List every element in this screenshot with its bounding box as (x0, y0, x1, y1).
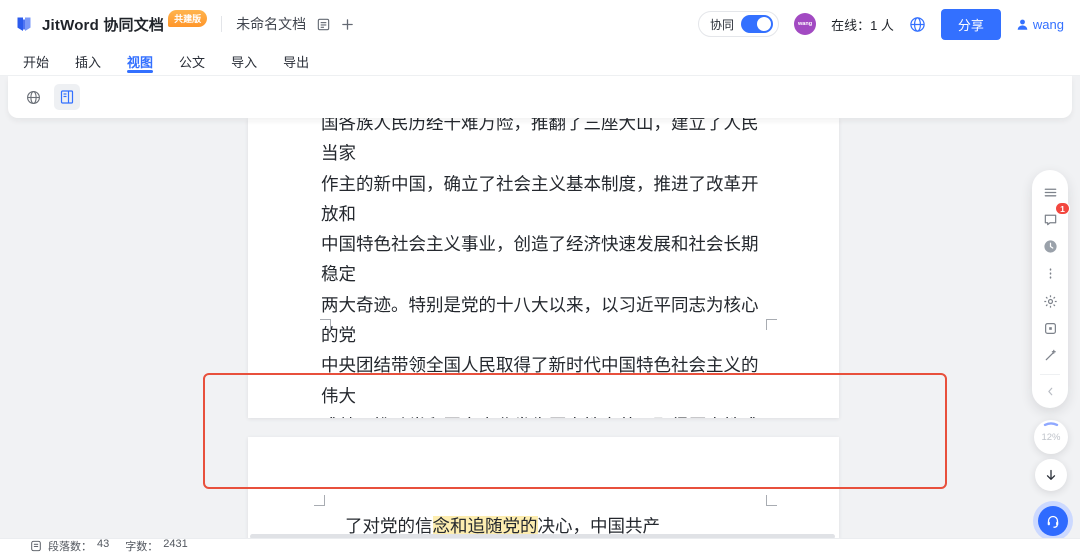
margin-corner-mark (314, 495, 325, 506)
tab-official-doc[interactable]: 公文 (166, 48, 218, 75)
zoom-level-button[interactable]: 12% (1034, 420, 1068, 454)
vertical-dots-icon[interactable] (1039, 263, 1061, 284)
side-tool-panel: 1 (1032, 170, 1070, 408)
collaborator-avatar[interactable]: wang (794, 13, 817, 35)
paragraph-count-label: 段落数： (48, 541, 92, 553)
settings-gear-icon[interactable] (1039, 291, 1061, 312)
down-arrow-icon (1046, 469, 1056, 480)
collapse-chevron-icon[interactable] (1039, 381, 1061, 402)
word-count-icon (30, 540, 42, 552)
header: JitWord 协同文档 共建版 未命名文档 协同 wang 在线：1 人 分享… (0, 0, 1080, 48)
highlighted-text: 念和追随党的 (432, 516, 538, 536)
outline-icon[interactable] (1039, 182, 1061, 203)
tab-import[interactable]: 导入 (218, 48, 270, 75)
tab-insert[interactable]: 插入 (62, 48, 114, 75)
text-line: 作主的新中国，确立了社会主义基本制度，推进了改革开放和 (321, 173, 759, 224)
menu-bar: 开始 插入 视图 公文 导入 导出 (0, 48, 1080, 76)
scroll-down-button[interactable] (1035, 459, 1067, 491)
text-line: 成就，推动党和国家事业发生历史性变革、取得历史性成就， (321, 411, 771, 418)
comment-count-badge: 1 (1055, 202, 1070, 216)
collab-toggle-group: 协同 (698, 11, 780, 37)
text-segment: 决心，中国共产 (537, 516, 661, 536)
zoom-progress-arc (1043, 422, 1059, 427)
collab-label: 协同 (710, 17, 735, 32)
status-bar: 段落数： 43 字数： 2431 (0, 538, 1080, 553)
panel-divider (1040, 373, 1060, 375)
text-line: 国各族人民历经千难万险，推翻了三座大山，建立了人民当家 (321, 118, 759, 164)
jitword-logo-icon (14, 14, 34, 34)
paragraph-count-value: 43 (97, 538, 110, 550)
doc-list-icon[interactable] (316, 17, 331, 32)
text-segment: 了对党的信 (345, 516, 433, 536)
tab-view[interactable]: 视图 (114, 48, 166, 75)
header-divider (221, 16, 223, 32)
app-title: JitWord 协同文档 (42, 16, 165, 34)
document-page-2[interactable]: 了对党的信念和追随党的决心，中国共产 (248, 437, 839, 538)
frame-capture-icon[interactable] (1039, 318, 1061, 339)
magic-pen-icon[interactable] (1039, 345, 1061, 366)
text-line: 中央团结带领全国人民取得了新时代中国特色社会主义的伟大 (321, 355, 759, 406)
tab-start[interactable]: 开始 (10, 48, 62, 75)
user-name: wang (1032, 16, 1064, 32)
page-view-icon[interactable] (54, 84, 80, 110)
user-icon (1017, 19, 1028, 30)
collab-toggle[interactable] (741, 15, 774, 33)
customer-support-button[interactable] (1033, 501, 1073, 541)
document-page-1[interactable]: 国各族人民历经千难万险，推翻了三座大山，建立了人民当家 作主的新中国，确立了社会… (248, 118, 839, 418)
online-count: 在线：1 人 (831, 17, 894, 33)
view-toolbar (8, 76, 1072, 118)
history-icon[interactable] (1039, 236, 1061, 257)
document-title[interactable]: 未命名文档 (236, 14, 306, 34)
margin-corner-mark (766, 319, 777, 330)
current-user[interactable]: wang (1016, 17, 1064, 32)
text-line: 中国特色社会主义事业，创造了经济快速发展和社会长期稳定 (321, 234, 759, 285)
new-document-plus-icon[interactable] (341, 18, 354, 31)
version-badge: 共建版 (168, 9, 208, 27)
app-window: JitWord 协同文档 共建版 未命名文档 协同 wang 在线：1 人 分享… (0, 0, 1080, 553)
tab-export[interactable]: 导出 (270, 48, 322, 75)
web-view-icon[interactable] (20, 84, 46, 110)
comment-icon[interactable]: 1 (1039, 202, 1070, 230)
language-globe-icon[interactable] (909, 16, 926, 33)
header-right-controls: 协同 wang 在线：1 人 分享 wang (698, 8, 1064, 40)
headset-icon (1038, 506, 1068, 536)
share-button[interactable]: 分享 (940, 8, 1001, 40)
margin-corner-mark (320, 319, 331, 330)
page1-text[interactable]: 国各族人民历经千难万险，推翻了三座大山，建立了人民当家 作主的新中国，确立了社会… (248, 118, 839, 418)
margin-corner-mark (766, 495, 777, 506)
word-count-label: 字数： (125, 541, 159, 553)
document-canvas: 国各族人民历经千难万险，推翻了三座大山，建立了人民当家 作主的新中国，确立了社会… (0, 118, 1080, 538)
text-line: 两大奇迹。特别是党的十八大以来，以习近平同志为核心的党 (321, 294, 759, 346)
word-count-value: 2431 (163, 538, 188, 550)
